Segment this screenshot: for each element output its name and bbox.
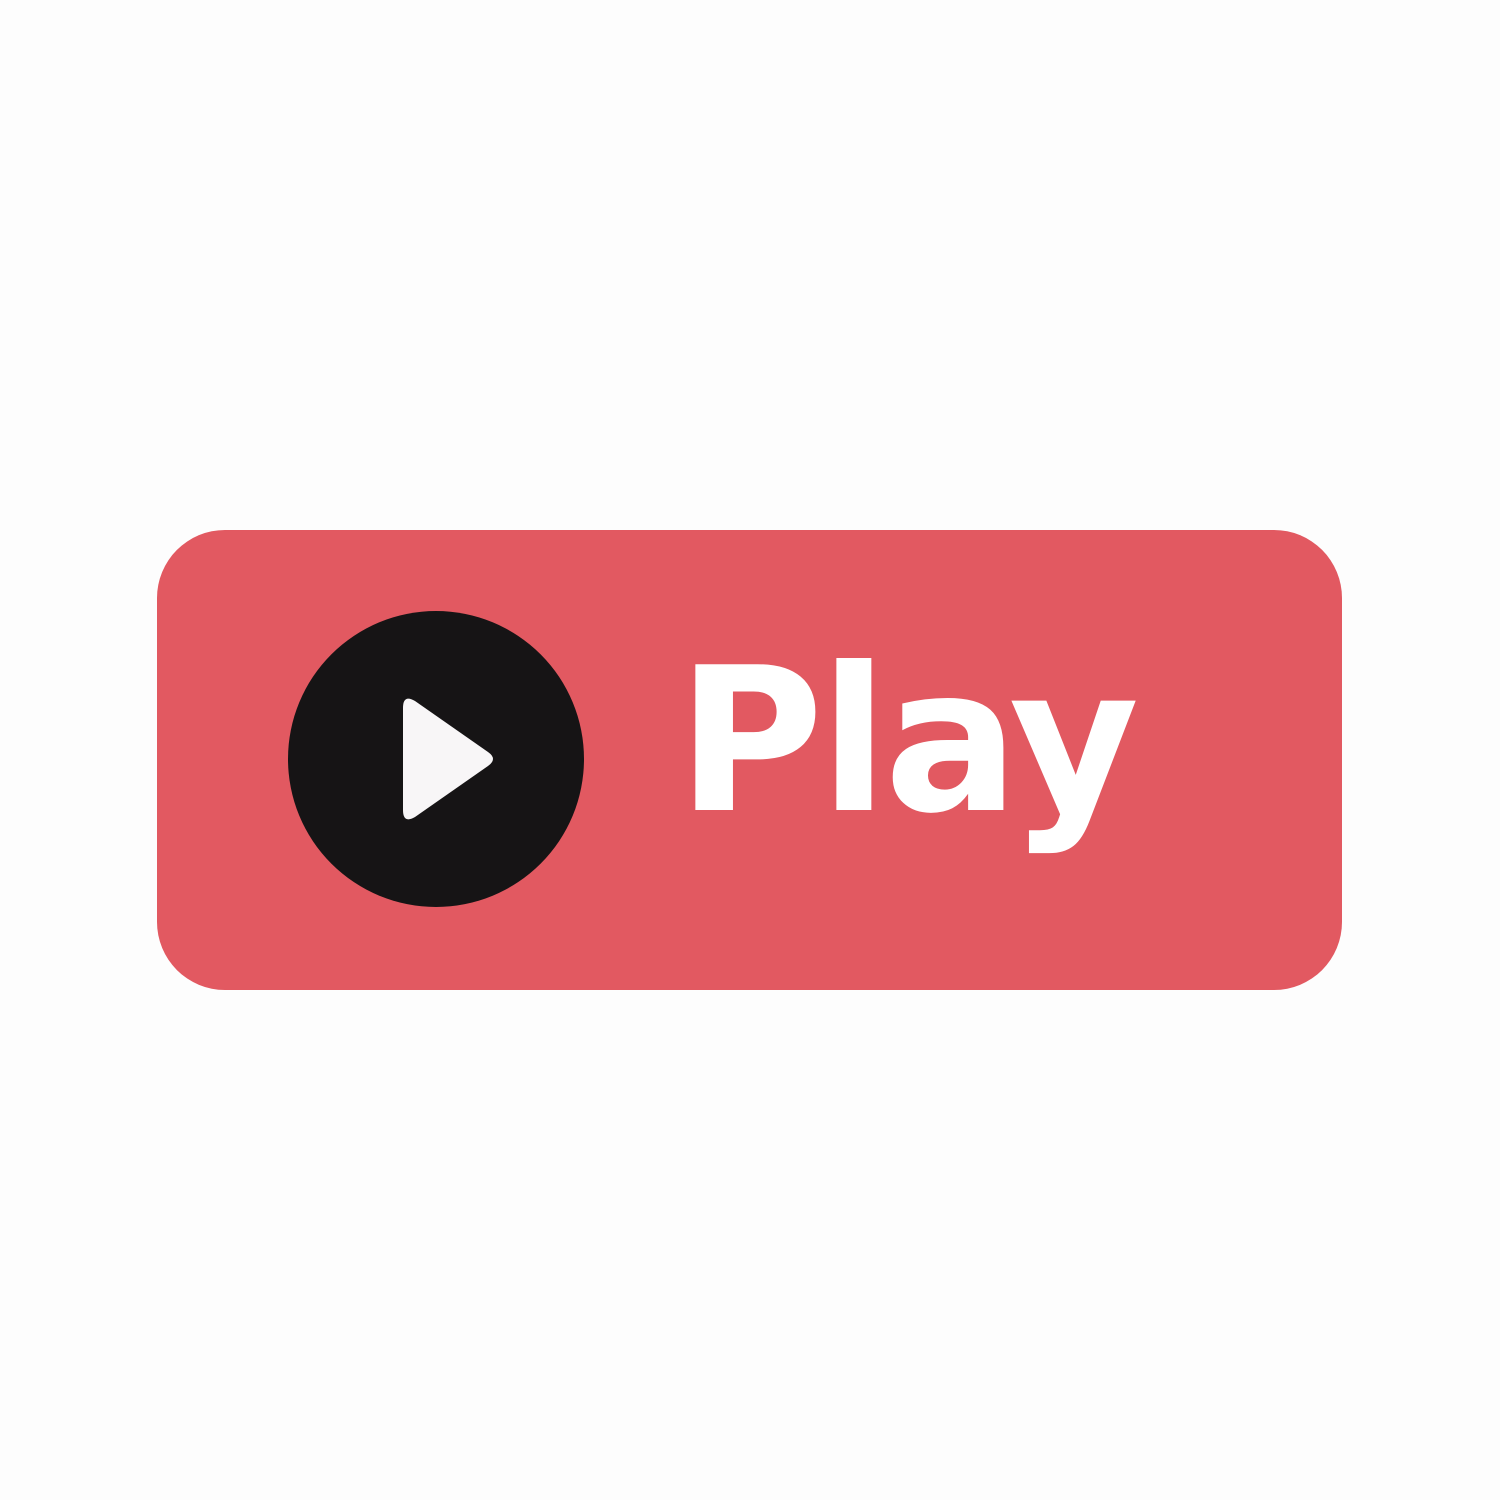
play-icon-svg <box>288 611 584 907</box>
play-icon <box>288 611 584 907</box>
play-button-label: Play <box>677 625 1139 858</box>
play-button[interactable]: Play <box>157 530 1342 990</box>
